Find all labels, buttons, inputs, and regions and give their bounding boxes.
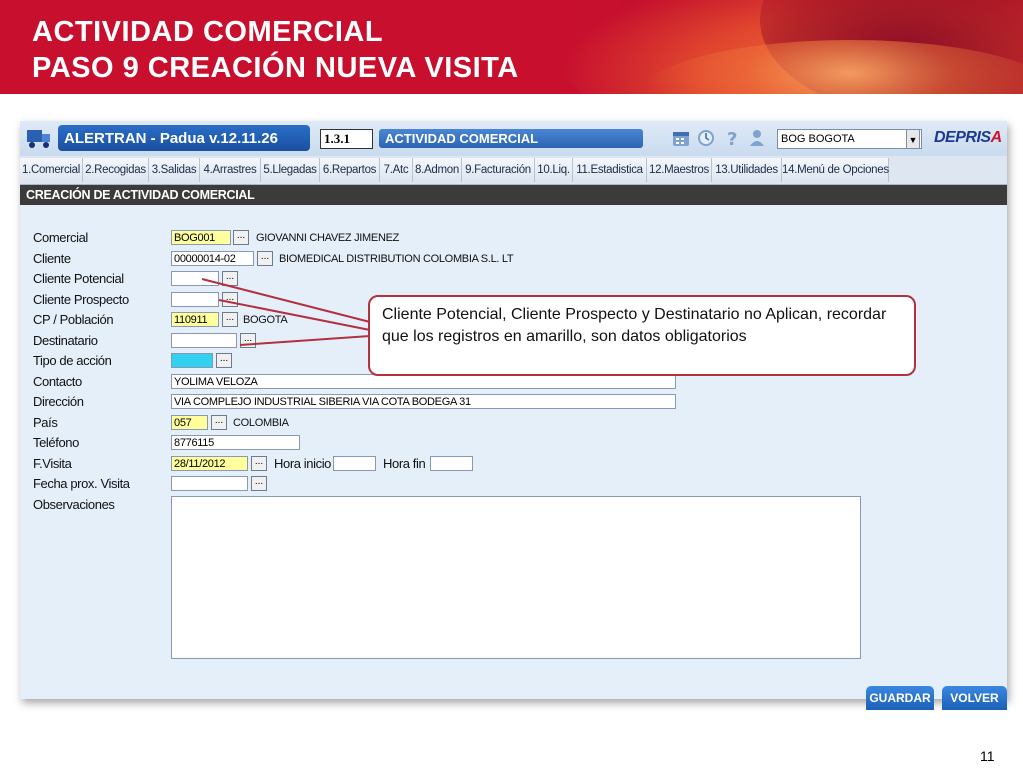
- app-titlebar: ALERTRAN - Padua v.12.11.26 1.3.1 ACTIVI…: [20, 121, 1007, 156]
- cliente-potencial-field[interactable]: [171, 271, 219, 286]
- menu-item-utilidades[interactable]: 13.Utilidades: [712, 158, 782, 182]
- menu-item-llegadas[interactable]: 5.Llegadas: [261, 158, 320, 182]
- menu-item-menu-opciones[interactable]: 14.Menú de Opciones: [782, 158, 889, 182]
- destinatario-lookup-button[interactable]: ...: [240, 333, 256, 348]
- app-title: ALERTRAN - Padua v.12.11.26: [64, 130, 278, 147]
- cliente-description: BIOMEDICAL DISTRIBUTION COLOMBIA S.L. LT: [279, 253, 514, 265]
- comercial-lookup-button[interactable]: ...: [233, 230, 249, 245]
- menu-item-maestros[interactable]: 12.Maestros: [647, 158, 712, 182]
- cp-poblacion-lookup-button[interactable]: ...: [222, 312, 238, 327]
- slide-header: ACTIVIDAD COMERCIAL PASO 9 CREACIÓN NUEV…: [0, 0, 1023, 94]
- brand-logo: DEPRISA: [934, 129, 1002, 147]
- callout-note: Cliente Potencial, Cliente Prospecto y D…: [368, 295, 916, 376]
- brand-main: DEPRIS: [934, 129, 991, 146]
- contacto-field[interactable]: YOLIMA VELOZA: [171, 374, 676, 389]
- cliente-prospecto-field[interactable]: [171, 292, 219, 307]
- main-menu: 1.Comercial 2.Recogidas 3.Salidas 4.Arra…: [20, 156, 1007, 185]
- label-cliente: Cliente: [33, 251, 71, 266]
- label-telefono: Teléfono: [33, 435, 79, 450]
- label-cp-poblacion: CP / Población: [33, 312, 114, 327]
- screen-code: 1.3.1: [320, 129, 373, 149]
- f-visita-lookup-button[interactable]: ...: [251, 456, 267, 471]
- label-f-visita: F.Visita: [33, 456, 72, 471]
- fecha-prox-visita-lookup-button[interactable]: ...: [251, 476, 267, 491]
- tipo-accion-field[interactable]: [171, 353, 213, 368]
- f-visita-field[interactable]: 28/11/2012: [171, 456, 248, 471]
- cliente-potencial-lookup-button[interactable]: ...: [222, 271, 238, 286]
- page-number: 11: [980, 748, 995, 764]
- telefono-field[interactable]: 8776115: [171, 435, 300, 450]
- label-comercial: Comercial: [33, 230, 88, 245]
- comercial-field[interactable]: BOG001: [171, 230, 231, 245]
- label-direccion: Dirección: [33, 394, 84, 409]
- brand-accent: A: [990, 129, 1003, 146]
- hora-inicio-field[interactable]: [333, 456, 376, 471]
- fecha-prox-visita-field[interactable]: [171, 476, 248, 491]
- cp-poblacion-field[interactable]: 110911: [171, 312, 219, 327]
- menu-item-estadistica[interactable]: 11.Estadistica: [573, 158, 647, 182]
- label-pais: País: [33, 415, 58, 430]
- menu-item-recogidas[interactable]: 2.Recogidas: [83, 158, 149, 182]
- cp-poblacion-description: BOGOTA: [243, 314, 288, 326]
- pais-description: COLOMBIA: [233, 417, 289, 429]
- section-title: CREACIÓN DE ACTIVIDAD COMERCIAL: [20, 185, 1007, 205]
- label-cliente-potencial: Cliente Potencial: [33, 271, 124, 286]
- label-hora-inicio: Hora inicio: [274, 456, 332, 471]
- calendar-icon[interactable]: [672, 129, 690, 147]
- cliente-prospecto-lookup-button[interactable]: ...: [222, 292, 238, 307]
- chevron-down-icon[interactable]: ▼: [906, 129, 920, 149]
- destinatario-field[interactable]: [171, 333, 237, 348]
- observaciones-textarea[interactable]: [171, 496, 861, 659]
- cliente-field[interactable]: 00000014-02: [171, 251, 254, 266]
- menu-item-comercial[interactable]: 1.Comercial: [20, 158, 83, 182]
- svg-text:?: ?: [727, 129, 737, 147]
- menu-item-salidas[interactable]: 3.Salidas: [149, 158, 200, 182]
- label-fecha-prox-visita: Fecha prox. Visita: [33, 476, 130, 491]
- volver-button[interactable]: VOLVER: [942, 686, 1007, 710]
- hora-fin-field[interactable]: [430, 456, 473, 471]
- app-window: ALERTRAN - Padua v.12.11.26 1.3.1 ACTIVI…: [20, 121, 1007, 710]
- label-contacto: Contacto: [33, 374, 82, 389]
- pais-field[interactable]: 057: [171, 415, 208, 430]
- tipo-accion-lookup-button[interactable]: ...: [216, 353, 232, 368]
- direccion-field[interactable]: VIA COMPLEJO INDUSTRIAL SIBERIA VIA COTA…: [171, 394, 676, 409]
- office-select[interactable]: BOG BOGOTA: [777, 129, 922, 149]
- user-icon[interactable]: [748, 129, 766, 147]
- module-title: ACTIVIDAD COMERCIAL: [379, 129, 643, 148]
- label-hora-fin: Hora fin: [383, 456, 426, 471]
- cliente-lookup-button[interactable]: ...: [257, 251, 273, 266]
- clock-icon[interactable]: [697, 129, 715, 147]
- label-cliente-prospecto: Cliente Prospecto: [33, 292, 129, 307]
- label-observaciones: Observaciones: [33, 497, 115, 512]
- menu-item-facturacion[interactable]: 9.Facturación: [462, 158, 535, 182]
- comercial-description: GIOVANNI CHAVEZ JIMENEZ: [256, 232, 400, 244]
- menu-item-admon[interactable]: 8.Admon: [413, 158, 462, 182]
- slide-title-line1: ACTIVIDAD COMERCIAL: [32, 16, 384, 48]
- menu-item-arrastres[interactable]: 4.Arrastres: [200, 158, 261, 182]
- guardar-button[interactable]: GUARDAR: [866, 686, 934, 710]
- menu-item-liq[interactable]: 10.Liq.: [535, 158, 573, 182]
- pais-lookup-button[interactable]: ...: [211, 415, 227, 430]
- help-icon[interactable]: ?: [723, 129, 741, 147]
- menu-item-repartos[interactable]: 6.Repartos: [320, 158, 380, 182]
- label-tipo-accion: Tipo de acción: [33, 353, 112, 368]
- slide-title-line2: PASO 9 CREACIÓN NUEVA VISITA: [32, 52, 519, 84]
- menu-item-atc[interactable]: 7.Atc: [380, 158, 413, 182]
- truck-icon: [27, 130, 50, 148]
- label-destinatario: Destinatario: [33, 333, 98, 348]
